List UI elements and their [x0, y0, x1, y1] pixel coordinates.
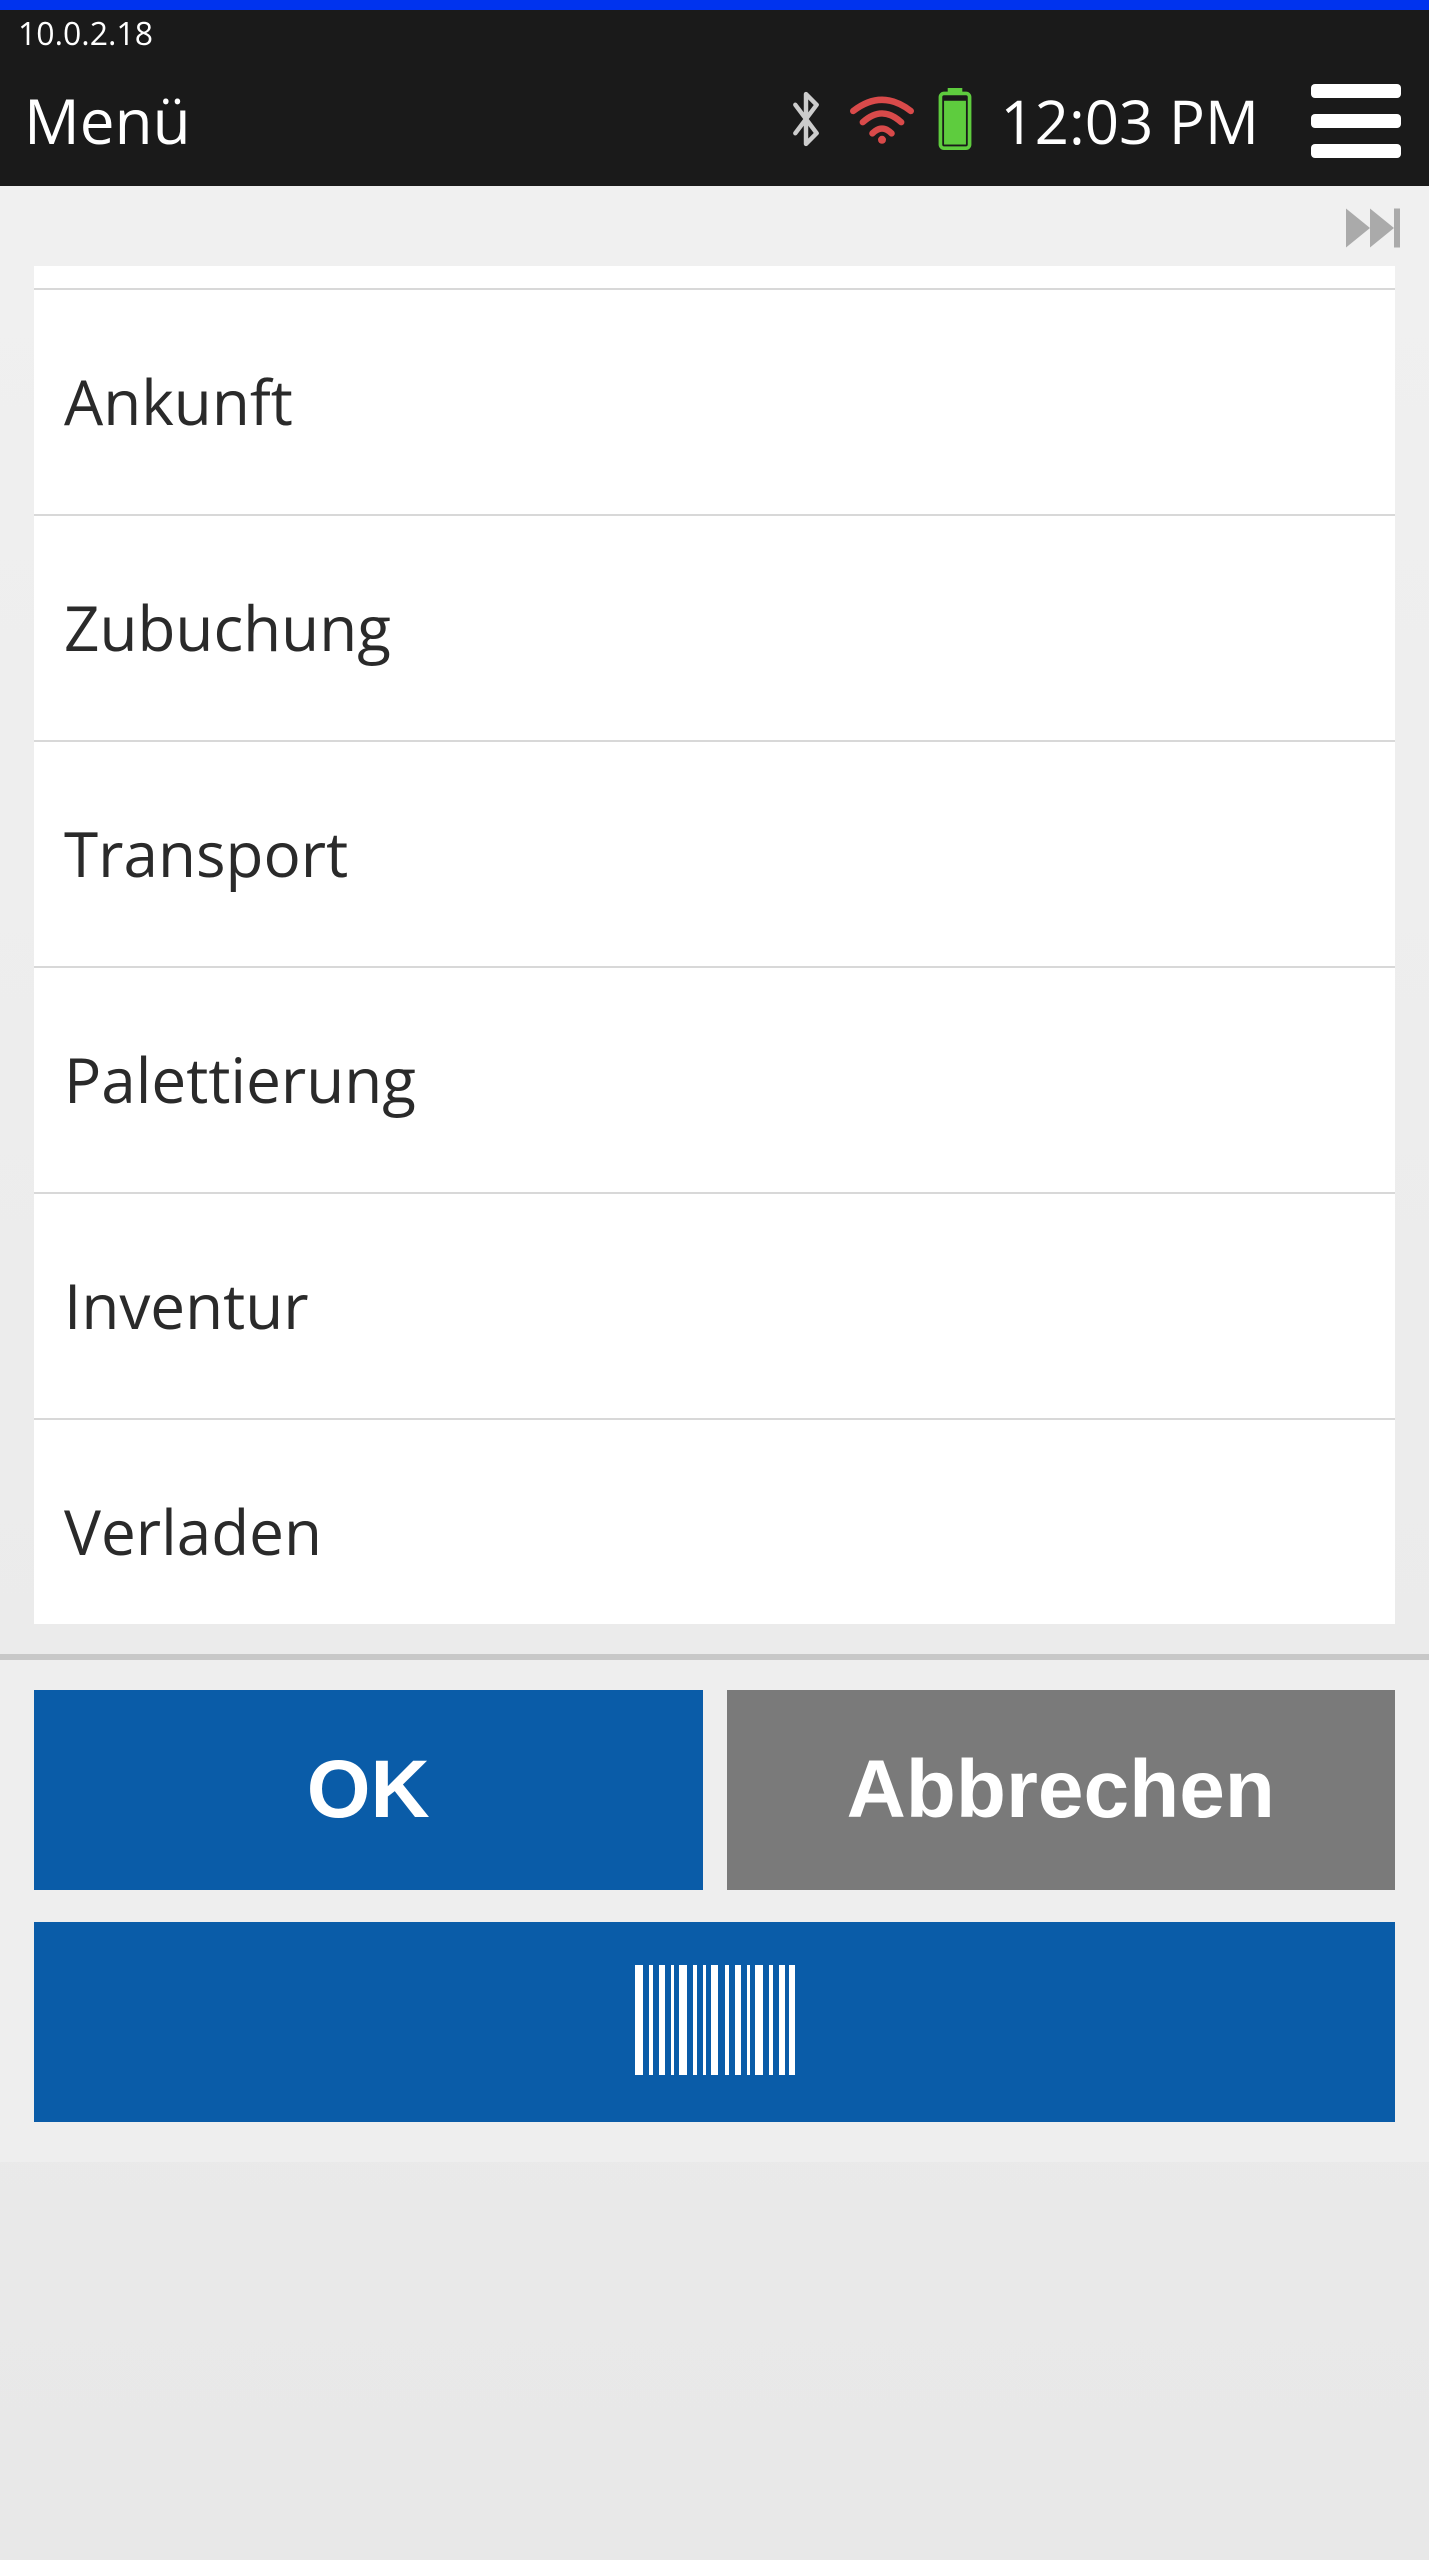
content-area: Ankunft Zubuchung Transport Palettierung…	[0, 186, 1429, 2560]
menu-item-palettierung[interactable]: Palettierung	[34, 968, 1395, 1194]
menu-item-label: Palettierung	[64, 1038, 416, 1122]
page-title: Menü	[24, 79, 784, 163]
button-row: OK Abbrechen	[34, 1690, 1395, 1890]
menu-item-transport[interactable]: Transport	[34, 742, 1395, 968]
menu-item-label: Zubuchung	[64, 586, 391, 670]
menu-item-label: Inventur	[64, 1264, 309, 1348]
menu-item-zubuchung[interactable]: Zubuchung	[34, 516, 1395, 742]
menu-item-verladen[interactable]: Verladen	[34, 1420, 1395, 1624]
barcode-icon	[635, 1965, 795, 2080]
ok-button-label: OK	[307, 1743, 430, 1837]
skip-forward-icon[interactable]	[1343, 204, 1403, 257]
header-icons: 12:03 PM	[784, 80, 1401, 162]
top-accent-bar	[0, 0, 1429, 10]
cancel-button-label: Abbrechen	[847, 1743, 1275, 1837]
menu-item-label: Transport	[64, 812, 348, 896]
bluetooth-icon	[784, 87, 828, 156]
menu-item-label: Verladen	[64, 1490, 322, 1574]
menu-item-label: Ankunft	[64, 360, 293, 444]
wifi-icon	[850, 94, 914, 149]
app-header: Menü 12:03 PM	[0, 56, 1429, 186]
clock-time: 12:03 PM	[1000, 80, 1259, 162]
hamburger-menu-icon[interactable]	[1311, 84, 1401, 158]
status-bar: 10.0.2.18	[0, 10, 1429, 56]
footer: OK Abbrechen	[0, 1660, 1429, 2162]
menu-list: Ankunft Zubuchung Transport Palettierung…	[34, 266, 1395, 1624]
ok-button[interactable]: OK	[34, 1690, 703, 1890]
barcode-scan-button[interactable]	[34, 1922, 1395, 2122]
battery-icon	[936, 88, 974, 155]
menu-item-ankunft[interactable]: Ankunft	[34, 290, 1395, 516]
ip-address: 10.0.2.18	[18, 12, 153, 55]
cancel-button[interactable]: Abbrechen	[727, 1690, 1396, 1890]
list-top-spacer	[34, 266, 1395, 290]
menu-item-inventur[interactable]: Inventur	[34, 1194, 1395, 1420]
